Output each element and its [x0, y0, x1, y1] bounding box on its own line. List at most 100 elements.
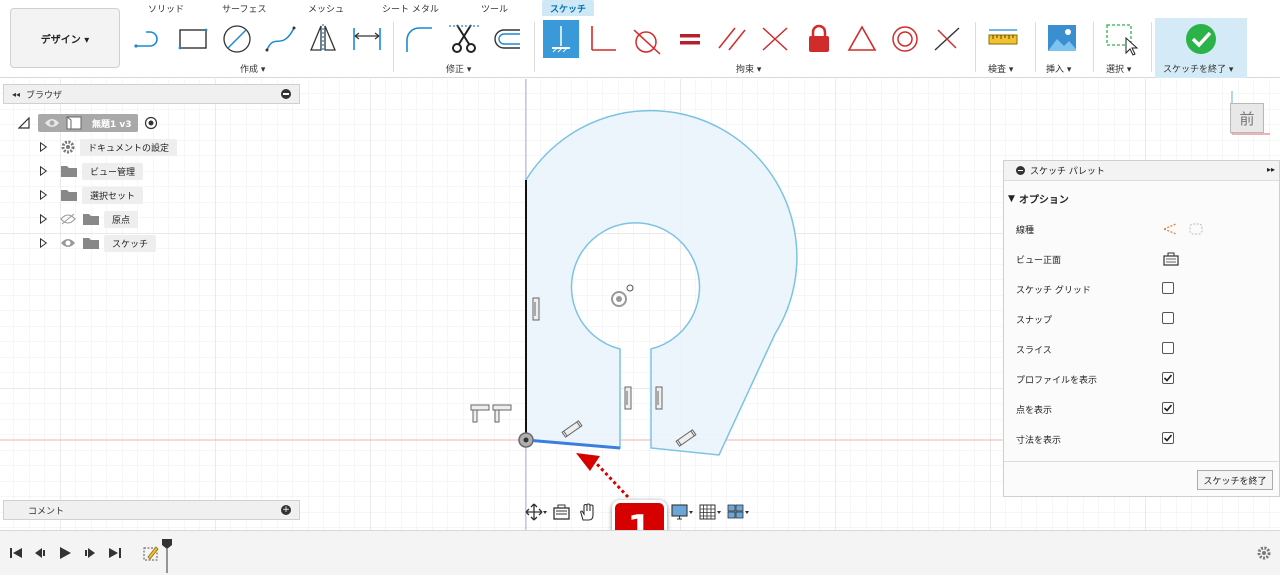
viewports-icon[interactable]	[727, 503, 751, 521]
viewcube-front-face[interactable]: 前	[1230, 103, 1264, 133]
line-tool-button[interactable]	[132, 22, 166, 56]
browser-panel-header[interactable]: ◂◂ ブラウザ	[3, 84, 300, 104]
finish-sketch-group[interactable]: スケッチを終了 ▾	[1155, 18, 1247, 78]
browser-item-sketches[interactable]: スケッチ	[38, 234, 157, 252]
spline-tool-button[interactable]	[264, 22, 298, 56]
dimension-tool-button[interactable]	[350, 22, 384, 56]
mirror-tool-button[interactable]	[306, 22, 340, 56]
snap-checkbox[interactable]	[1162, 312, 1174, 324]
expand-double-right-icon[interactable]: ▸▸	[1267, 165, 1275, 174]
triangle-constraint-button[interactable]	[845, 22, 879, 56]
centerline-icon[interactable]	[1188, 222, 1204, 236]
expand-triangle-icon[interactable]	[38, 214, 48, 224]
eye-hidden-icon[interactable]	[60, 213, 76, 225]
concentric-icon	[892, 26, 918, 52]
gear-icon	[1257, 546, 1271, 560]
vertical-constraint-glyph[interactable]	[624, 386, 632, 410]
construction-line-icon[interactable]	[1162, 222, 1178, 236]
step-forward-button[interactable]	[82, 545, 98, 561]
lock-constraint-button[interactable]	[802, 22, 836, 56]
group-label-insert[interactable]: 挿入 ▾	[1046, 62, 1071, 75]
expand-triangle-icon[interactable]	[38, 166, 48, 176]
tab-sketch[interactable]: スケッチ	[542, 0, 595, 16]
browser-item-named-views[interactable]: ビュー管理	[38, 162, 144, 180]
orbit-icon[interactable]	[525, 503, 547, 521]
measure-tool-button[interactable]	[986, 22, 1020, 56]
sketch-palette-header[interactable]: スケッチ パレット ▸▸	[1004, 161, 1279, 181]
show-dimensions-checkbox[interactable]	[1162, 432, 1174, 444]
fillet-tool-button[interactable]	[402, 22, 436, 56]
go-to-end-button[interactable]	[107, 545, 123, 561]
group-label-constraints[interactable]: 拘束 ▾	[736, 62, 761, 75]
insert-image-button[interactable]	[1045, 22, 1079, 56]
collapse-double-left-icon[interactable]: ◂◂	[12, 90, 20, 99]
origin-point-center	[523, 437, 529, 443]
group-label-select[interactable]: 選択 ▾	[1106, 62, 1131, 75]
slice-checkbox[interactable]	[1162, 342, 1174, 354]
tab-solid[interactable]: ソリッド	[148, 2, 184, 15]
group-label-inspect[interactable]: 検査 ▾	[988, 62, 1013, 75]
finish-sketch-palette-label: スケッチを終了	[1203, 476, 1267, 487]
rectangle-tool-button[interactable]	[176, 22, 210, 56]
timeline-sketch-feature[interactable]	[142, 543, 162, 563]
midpoint-icon	[934, 27, 960, 51]
collapse-triangle-icon[interactable]	[18, 117, 30, 129]
group-label-create[interactable]: 作成 ▾	[240, 62, 265, 75]
browser-item-document-settings[interactable]: ドキュメントの設定	[38, 138, 178, 156]
equal-constraint-button[interactable]	[673, 22, 707, 56]
expand-triangle-icon[interactable]	[38, 238, 48, 248]
vertical-constraint-glyph[interactable]	[532, 297, 540, 321]
step-back-button[interactable]	[32, 545, 48, 561]
grid-settings-icon[interactable]	[699, 503, 723, 521]
show-points-checkbox[interactable]	[1162, 402, 1174, 414]
minus-circle-icon[interactable]	[1016, 166, 1025, 175]
offset-tool-button[interactable]	[490, 22, 524, 56]
browser-root-item[interactable]: 無題1 v3	[18, 114, 158, 132]
vertical-constraint-glyph[interactable]	[655, 386, 663, 410]
browser-item-origin[interactable]: 原点	[38, 210, 139, 228]
sketch-point[interactable]	[626, 284, 634, 292]
browser-item-selection-sets[interactable]: 選択セット	[38, 186, 144, 204]
tab-mesh[interactable]: メッシュ	[308, 2, 344, 15]
tangent-constraint-button[interactable]	[630, 22, 664, 56]
pan-hand-icon[interactable]	[577, 503, 599, 521]
caret-down-icon[interactable]: ▼	[1008, 194, 1015, 204]
timeline	[0, 530, 1280, 575]
perpendicular-constraint-button[interactable]	[586, 22, 620, 56]
midpoint-constraint-button[interactable]	[930, 22, 964, 56]
circle-tool-button[interactable]	[220, 22, 254, 56]
concentric-constraint-button[interactable]	[888, 22, 922, 56]
tab-tools[interactable]: ツール	[481, 2, 508, 15]
play-button[interactable]	[57, 545, 73, 561]
fix-constraint-button[interactable]	[543, 20, 579, 58]
lock-icon	[809, 24, 829, 52]
collinear-constraint-button[interactable]	[758, 22, 792, 56]
finish-sketch-button[interactable]	[1184, 22, 1218, 56]
expand-triangle-icon[interactable]	[38, 142, 48, 152]
timeline-marker[interactable]	[162, 539, 172, 576]
trim-tool-button[interactable]	[447, 22, 481, 56]
comments-panel-header[interactable]: コメント +	[3, 500, 300, 520]
group-label-finish[interactable]: スケッチを終了 ▾	[1163, 62, 1233, 75]
eye-icon[interactable]	[44, 117, 60, 129]
look-at-icon[interactable]	[1162, 252, 1180, 266]
tab-surface[interactable]: サーフェス	[222, 2, 266, 15]
options-section-header[interactable]: ▼ オプション	[1008, 191, 1069, 207]
plus-circle-icon[interactable]: +	[281, 505, 291, 515]
eye-icon[interactable]	[60, 237, 76, 249]
group-label-modify[interactable]: 修正 ▾	[446, 62, 471, 75]
finish-sketch-palette-button[interactable]: スケッチを終了	[1197, 470, 1273, 490]
look-at-icon[interactable]	[551, 503, 573, 521]
expand-triangle-icon[interactable]	[38, 190, 48, 200]
sketch-grid-checkbox[interactable]	[1162, 282, 1174, 294]
activate-radio-icon[interactable]	[144, 116, 158, 130]
workspace-switcher-button[interactable]: デザイン ▾	[10, 8, 120, 68]
parallel-constraint-button[interactable]	[715, 22, 749, 56]
tab-sheet-metal[interactable]: シート メタル	[382, 2, 439, 15]
go-to-start-button[interactable]	[8, 545, 24, 561]
show-profile-checkbox[interactable]	[1162, 372, 1174, 384]
minus-circle-icon[interactable]	[281, 89, 291, 99]
display-settings-icon[interactable]	[671, 503, 695, 521]
timeline-settings-button[interactable]	[1256, 545, 1272, 564]
select-tool-button[interactable]	[1104, 22, 1138, 56]
